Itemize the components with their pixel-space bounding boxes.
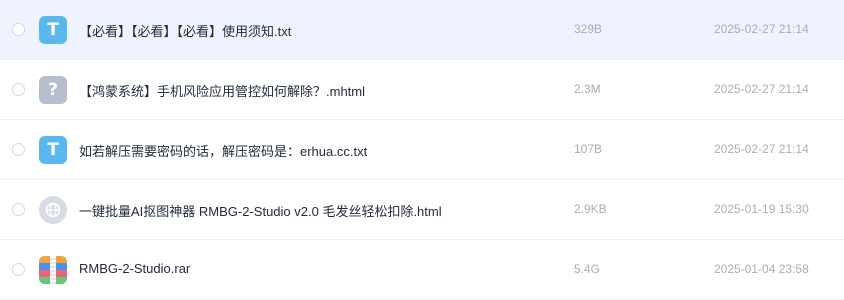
text-file-icon: T (39, 136, 67, 164)
file-date: 2025-02-27 21:14 (714, 142, 809, 156)
file-date: 2025-01-04 23:58 (714, 262, 809, 276)
file-date: 2025-02-27 21:14 (714, 82, 809, 96)
globe-file-icon (39, 196, 67, 224)
file-name[interactable]: RMBG-2-Studio.rar (79, 261, 190, 276)
file-name[interactable]: 【鸿蒙系统】手机风险应用管控如何解除？.mhtml (79, 81, 365, 100)
file-row[interactable]: RMBG-2-Studio.rar 5.4G 2025-01-04 23:58 (0, 240, 844, 300)
file-size: 2.3M (574, 82, 601, 96)
file-row[interactable]: T 如若解压需要密码的话，解压密码是：erhua.cc.txt 107B 202… (0, 120, 844, 180)
row-checkbox[interactable] (12, 203, 25, 216)
row-checkbox[interactable] (12, 143, 25, 156)
file-name[interactable]: 如若解压需要密码的话，解压密码是：erhua.cc.txt (79, 141, 367, 160)
file-date: 2025-01-19 15:30 (714, 202, 809, 216)
file-row[interactable]: ? 【鸿蒙系统】手机风险应用管控如何解除？.mhtml 2.3M 2025-02… (0, 60, 844, 120)
file-size: 2.9KB (574, 202, 607, 216)
file-date: 2025-02-27 21:14 (714, 22, 809, 36)
file-size: 329B (574, 22, 603, 36)
unknown-file-icon-glyph: ? (48, 80, 58, 100)
text-file-icon-glyph: T (47, 20, 59, 40)
row-checkbox[interactable] (12, 23, 25, 36)
file-row[interactable]: T 【必看】【必看】【必看】使用须知.txt 329B 2025-02-27 2… (0, 0, 844, 60)
unknown-file-icon: ? (39, 76, 67, 104)
file-name[interactable]: 一键批量AI抠图神器 RMBG-2-Studio v2.0 毛发丝轻松扣除.ht… (79, 201, 442, 220)
archive-file-icon (39, 256, 67, 284)
file-size: 5.4G (574, 262, 601, 276)
file-name[interactable]: 【必看】【必看】【必看】使用须知.txt (79, 21, 291, 40)
zipper-icon (50, 256, 56, 284)
text-file-icon-glyph: T (47, 140, 59, 160)
row-checkbox[interactable] (12, 263, 25, 276)
file-size: 107B (574, 142, 603, 156)
file-row[interactable]: 一键批量AI抠图神器 RMBG-2-Studio v2.0 毛发丝轻松扣除.ht… (0, 180, 844, 240)
globe-icon (45, 202, 61, 218)
file-list: T 【必看】【必看】【必看】使用须知.txt 329B 2025-02-27 2… (0, 0, 844, 300)
text-file-icon: T (39, 16, 67, 44)
row-checkbox[interactable] (12, 83, 25, 96)
